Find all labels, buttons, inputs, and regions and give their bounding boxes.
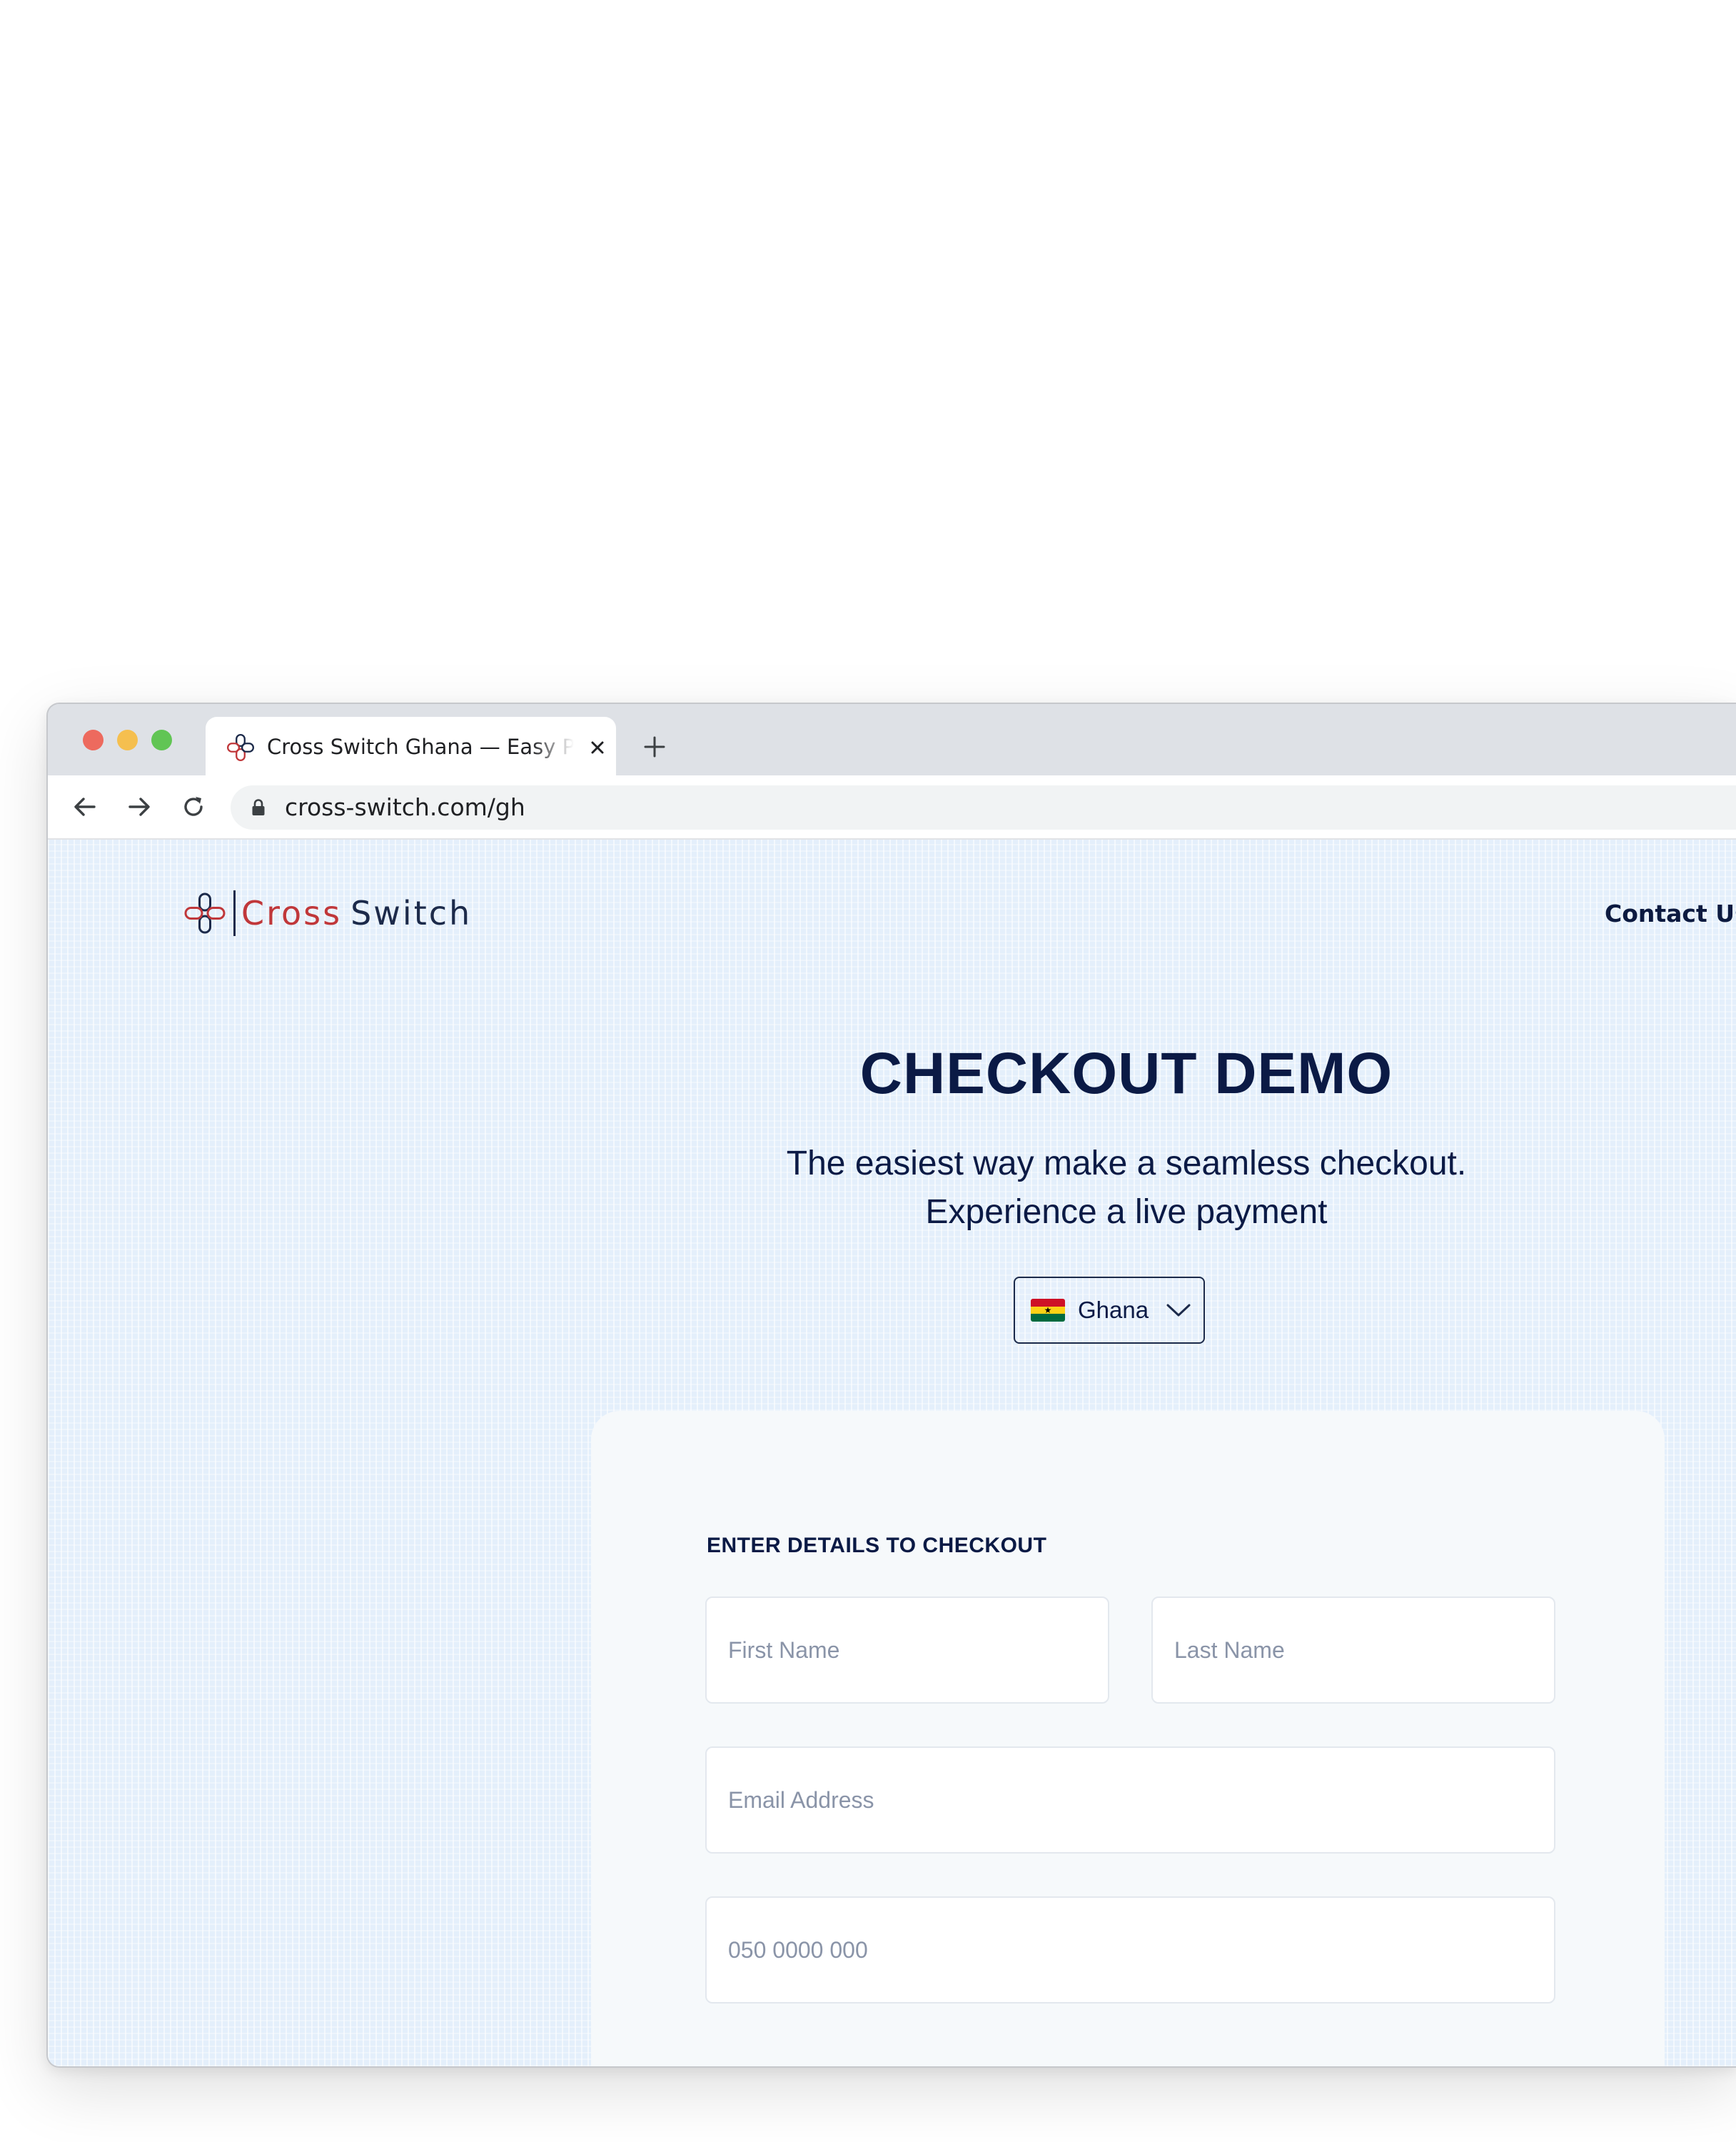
first-name-input[interactable] xyxy=(705,1597,1109,1704)
reload-icon[interactable] xyxy=(178,791,209,823)
address-bar[interactable]: cross-switch.com/gh xyxy=(231,785,1736,830)
last-name-input[interactable] xyxy=(1151,1597,1555,1704)
cross-switch-favicon-icon xyxy=(226,733,255,762)
browser-toolbar: cross-switch.com/gh xyxy=(48,775,1736,840)
forward-arrow-icon[interactable] xyxy=(123,791,155,823)
logo-word-cross: Cross xyxy=(241,894,343,932)
lock-icon xyxy=(252,799,265,815)
screenshot-stage: Cross Switch Ghana — Easy Payments xyxy=(0,0,1736,2142)
chevron-down-icon xyxy=(1166,1304,1191,1317)
phone-input[interactable] xyxy=(705,1896,1555,2003)
checkout-form-card: ENTER DETAILS TO CHECKOUT xyxy=(591,1411,1665,2066)
email-input[interactable] xyxy=(705,1746,1555,1854)
selected-country: Ghana xyxy=(1078,1297,1149,1323)
new-tab-plus-icon[interactable] xyxy=(640,733,669,761)
close-tab-icon[interactable] xyxy=(588,738,607,757)
cross-switch-logo-icon xyxy=(184,892,226,934)
subtitle-line-1: The easiest way make a seamless checkout… xyxy=(786,1145,1467,1182)
browser-window: Cross Switch Ghana — Easy Payments xyxy=(46,703,1736,2068)
page-subtitle: The easiest way make a seamless checkout… xyxy=(48,1140,1736,1237)
tab-title: Cross Switch Ghana — Easy Payments xyxy=(267,735,574,759)
checkout-form-heading: ENTER DETAILS TO CHECKOUT xyxy=(707,1534,1047,1557)
ghana-flag-icon: ★ xyxy=(1031,1299,1065,1322)
page-content: Cross Switch Contact Us CHECKOUT DEMO The… xyxy=(48,840,1736,2066)
logo-word-switch: Switch xyxy=(350,894,473,932)
page-title: CHECKOUT DEMO xyxy=(859,1041,1393,1106)
logo-divider xyxy=(233,890,236,936)
country-select-dropdown[interactable]: ★ Ghana xyxy=(1014,1277,1205,1344)
cross-switch-logo[interactable]: Cross Switch xyxy=(182,888,472,938)
contact-us-link[interactable]: Contact Us xyxy=(1605,898,1736,930)
browser-titlebar: Cross Switch Ghana — Easy Payments xyxy=(48,704,1736,777)
minimize-window-button[interactable] xyxy=(117,730,138,750)
subtitle-line-2: Experience a live payment xyxy=(925,1193,1328,1231)
address-bar-url: cross-switch.com/gh xyxy=(285,793,525,821)
maximize-window-button[interactable] xyxy=(151,730,172,750)
logo-wordmark: Cross Switch xyxy=(241,888,472,938)
close-window-button[interactable] xyxy=(83,730,104,750)
back-arrow-icon[interactable] xyxy=(69,791,101,823)
browser-tab-active[interactable]: Cross Switch Ghana — Easy Payments xyxy=(206,717,616,777)
